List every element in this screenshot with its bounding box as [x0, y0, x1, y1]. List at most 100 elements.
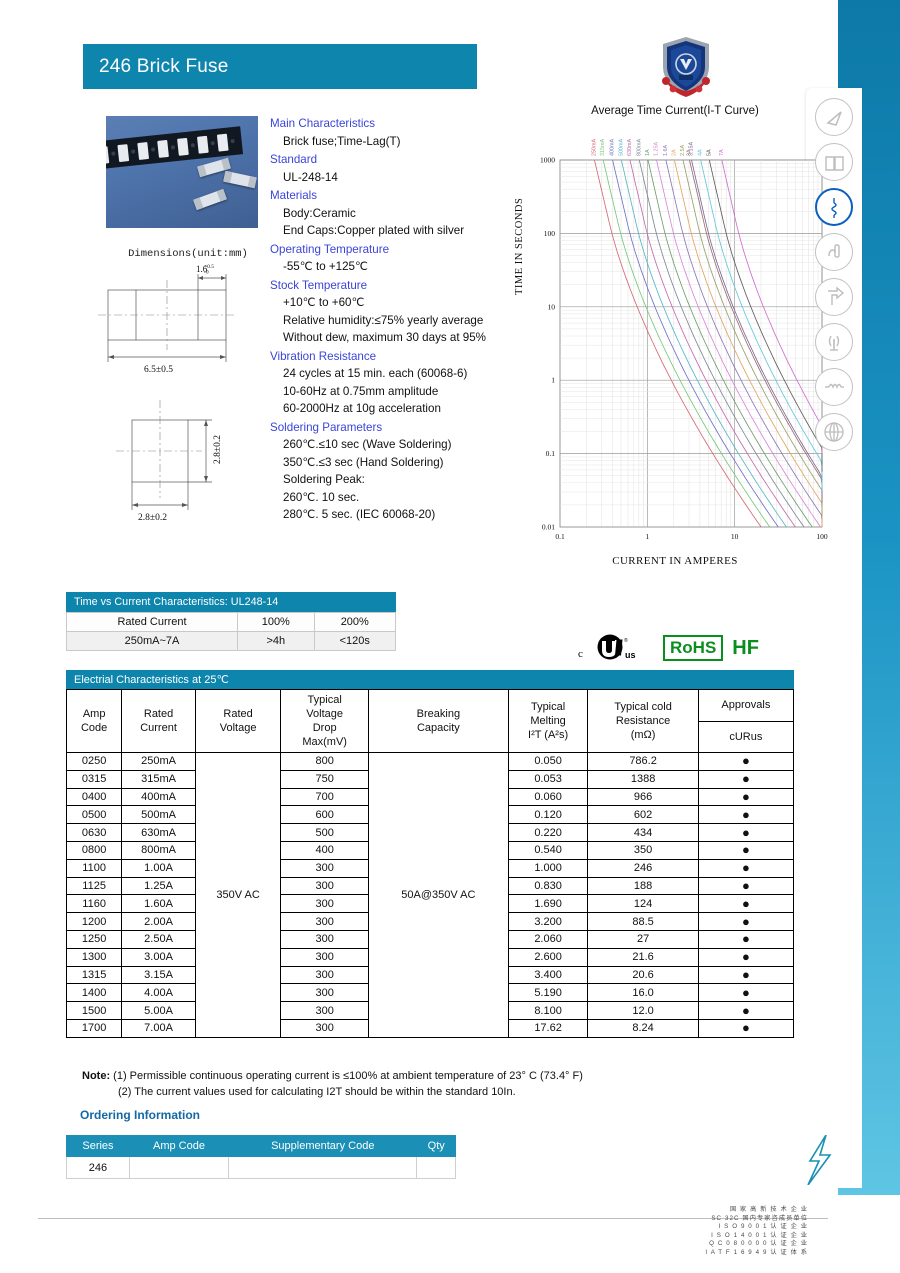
cell-amp-code: 0500 [65, 805, 123, 825]
cell-melting-i2t: 3.200 [507, 912, 589, 931]
dimension-drawing-front: 2.8±0.2 2.8±0.2 [116, 400, 223, 523]
cell-approval-dot: ● [697, 1018, 795, 1038]
dimensions-title: Dimensions(unit:mm) [128, 248, 248, 260]
ordering-header-3: Qty [416, 1135, 456, 1157]
arrow-flag-icon[interactable] [815, 278, 853, 316]
cell-approval-dot: ● [697, 858, 795, 878]
cell-melting-i2t: 0.053 [507, 769, 589, 789]
spec-value-1-0: UL-248-14 [283, 170, 338, 184]
cell-rated-current: 3.00A [121, 947, 196, 967]
cell-approval-dot: ● [697, 769, 795, 789]
chart-y-axis-label: TIME IN SECONDS [514, 197, 525, 295]
cell-approval-dot: ● [697, 876, 795, 896]
tvc-cell-1: >4h [237, 631, 315, 651]
cell-melting-i2t: 0.220 [507, 823, 589, 842]
fuse-element-icon[interactable] [815, 188, 853, 226]
cell-approval-dot: ● [697, 840, 795, 860]
globe-icon[interactable] [815, 413, 853, 451]
compass-icon[interactable] [815, 98, 853, 136]
book-icon[interactable] [815, 143, 853, 181]
spec-heading-1: Standard [270, 153, 318, 166]
cell-amp-code: 1100 [65, 858, 123, 878]
col-header-voltage_drop: Typical Voltage Drop Max(mV) [280, 689, 369, 753]
cell-cold-resistance: 188 [587, 876, 699, 896]
cell-voltage-drop: 300 [280, 894, 369, 914]
ordering-cell-supplementary[interactable] [228, 1156, 418, 1179]
tvc-header-1: 100% [237, 612, 315, 632]
cell-cold-resistance: 1388 [587, 769, 699, 789]
cell-melting-i2t: 3.400 [507, 965, 589, 985]
spec-value-6-4: 280℃. 5 sec. (IEC 60068-20) [283, 508, 436, 521]
table-row: 0250 250mA 350V AC 800 50A@350V AC 0.050 786.2… [65, 752, 795, 1038]
curve-label-2A: 2A [671, 149, 677, 156]
curve-label-1.6A: 1.6A [663, 145, 669, 156]
note-label: Note: [82, 1070, 111, 1082]
hf-mark: HF [732, 636, 759, 659]
cell-approval-dot: ● [697, 805, 795, 825]
cell-melting-i2t: 17.62 [507, 1018, 589, 1038]
cell-cold-resistance: 88.5 [587, 912, 699, 931]
antenna-icon[interactable] [815, 323, 853, 361]
waveform-icon[interactable] [815, 368, 853, 406]
cell-voltage-drop: 750 [280, 769, 369, 789]
col-header-melting: Typical Melting I²T (A²s) [507, 689, 589, 753]
col-header-resistance: Typical cold Resistance (mΩ) [587, 689, 699, 753]
cell-approval-dot: ● [697, 787, 795, 807]
curve-label-7A: 7A [719, 149, 725, 156]
note-line-1: (1) Permissible continuous operating cur… [113, 1070, 583, 1082]
curve-label-1A: 1A [645, 149, 651, 156]
page-title-bar: 246 Brick Fuse [83, 44, 477, 89]
tvc-caption: Time vs Current Characteristics: UL248-1… [66, 592, 396, 612]
cell-cold-resistance: 8.24 [587, 1018, 699, 1038]
cell-melting-i2t: 0.830 [507, 876, 589, 896]
cell-amp-code: 1300 [65, 947, 123, 967]
ordering-information-table: Series Amp Code Supplementary Code Qty 2… [66, 1135, 456, 1179]
svg-text:®: ® [624, 637, 628, 644]
cell-approval-dot: ● [697, 894, 795, 914]
specifications-list: Main Characteristics Brick fuse;Time-Lag(… [270, 114, 540, 524]
ordering-cell-amp-code[interactable] [128, 1156, 230, 1179]
curve-label-5A: 5A [706, 149, 712, 156]
footer-cert-line-0: 国 家 高 新 技 术 企 业 [729, 1206, 808, 1213]
cell-approval-dot: ● [697, 1001, 795, 1020]
svg-text:-0: -0 [204, 270, 209, 276]
cell-voltage-drop: 300 [280, 912, 369, 931]
tvc-header-2: 200% [313, 612, 397, 632]
spec-value-6-1: 350℃.≤3 sec (Hand Soldering) [283, 455, 444, 469]
page-title: 246 Brick Fuse [99, 55, 229, 77]
cell-rated-current: 5.00A [121, 1001, 196, 1020]
cell-melting-i2t: 0.540 [507, 840, 589, 860]
rohs-mark: RoHS [663, 635, 724, 661]
cell-melting-i2t: 8.100 [507, 1001, 589, 1020]
cell-breaking-capacity: 50A@350V AC [367, 752, 509, 1038]
ordering-cell-qty[interactable] [416, 1156, 456, 1179]
spec-heading-5: Vibration Resistance [270, 349, 377, 363]
cell-voltage-drop: 300 [280, 983, 369, 1003]
spec-value-2-1: End Caps:Copper plated with silver [283, 224, 465, 237]
cell-cold-resistance: 350 [587, 840, 699, 860]
cell-rated-current: 1.60A [121, 894, 196, 914]
footer-cert-line-2: I S O 9 0 0 1 认 证 企 业 [718, 1223, 808, 1231]
electrical-characteristics-table: Electrial Characteristics at 25℃ Amp Code… [65, 670, 795, 1038]
chart-x-axis-label: CURRENT IN AMPERES [612, 555, 738, 567]
cell-approval-dot: ● [697, 912, 795, 931]
curve-label-400mA: 400mA [610, 139, 616, 156]
note-line-2: (2) The current values used for calculat… [118, 1086, 516, 1098]
footer-certifications: 国 家 高 新 技 术 企 业 SC 32C 国内专家咨成员单位 I S O 9 0… [705, 1206, 808, 1258]
footer-cert-line-5: I A T F 1 6 9 4 9 认 证 体 系 [705, 1248, 808, 1256]
chart-title: Average Time Current(I-T Curve) [591, 105, 759, 117]
cell-amp-code: 1500 [65, 1001, 123, 1020]
cell-amp-code: 1250 [65, 929, 123, 949]
cell-cold-resistance: 27 [587, 929, 699, 949]
tvc-cell-0: 250mA~7A [65, 631, 239, 651]
cell-voltage-drop: 300 [280, 1018, 369, 1038]
ordering-header-1: Amp Code [128, 1135, 230, 1157]
cell-cold-resistance: 124 [587, 894, 699, 914]
ordering-header-2: Supplementary Code [228, 1135, 418, 1157]
hand-tool-icon[interactable] [815, 233, 853, 271]
cell-amp-code: 0250 [65, 752, 123, 771]
curve-label-3.15A: 3.15A [688, 142, 694, 156]
spec-value-4-1: Relative humidity:≤75% yearly average [283, 313, 484, 327]
cell-approval-dot: ● [697, 752, 795, 771]
cell-melting-i2t: 2.060 [507, 929, 589, 949]
